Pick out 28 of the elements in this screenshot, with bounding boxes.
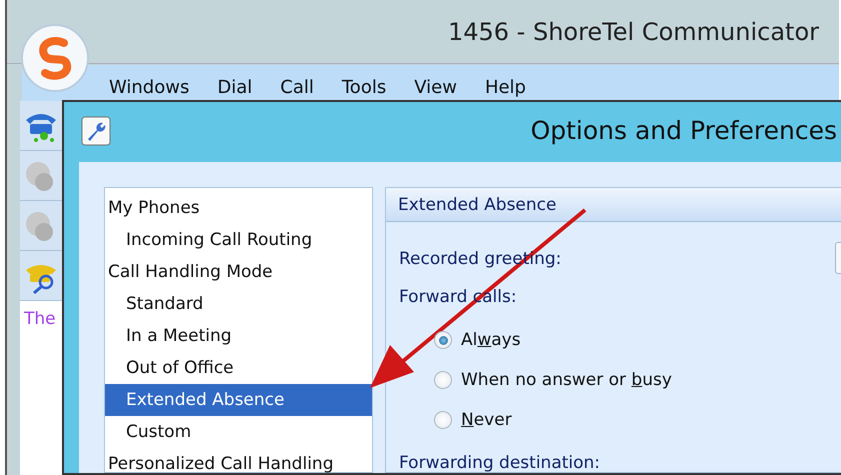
status-text: The [23,308,57,331]
tree-item[interactable]: Incoming Call Routing [105,224,372,256]
radio-button[interactable] [434,411,452,429]
tree-item[interactable]: Call Handling Mode [105,256,372,288]
option-label[interactable]: Always [461,320,521,360]
panel-header: Extended Absence [386,188,841,222]
tree-item[interactable]: In a Meeting [105,320,372,352]
wrench-icon [80,115,112,147]
window-title: 1456 - ShoreTel Communicator [448,16,819,48]
tree-item[interactable]: Personalized Call Handling [105,448,372,475]
menu-item[interactable]: Windows [109,75,190,101]
menu-item[interactable]: Tools [342,75,386,101]
tree-item[interactable]: Out of Office [105,352,372,384]
menu-item[interactable]: View [414,75,457,101]
option-label[interactable]: Never [461,400,512,440]
tree-item[interactable]: My Phones [105,192,372,224]
logo-icon[interactable] [20,23,90,93]
tree-item[interactable]: Standard [105,288,372,320]
menu-item[interactable]: Call [280,75,314,101]
tree-item[interactable]: Extended Absence [105,384,372,416]
radio-button[interactable] [434,371,452,389]
field-label: Forwarding destination: [399,452,600,475]
radio-button[interactable] [434,331,452,349]
menu-item[interactable]: Dial [217,75,252,101]
tree-item[interactable]: Custom [105,416,372,448]
dialog-title: Options and Preferences [530,115,837,148]
option-label[interactable]: When no answer or busy [461,360,672,400]
menu-item[interactable]: Help [484,75,526,101]
